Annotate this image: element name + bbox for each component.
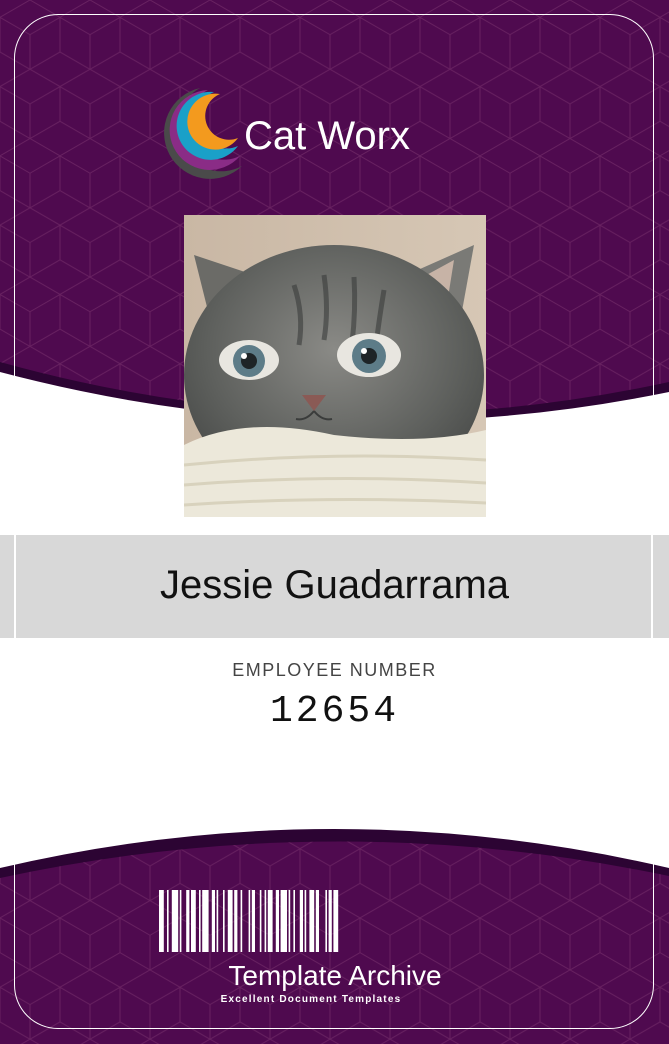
- employee-name: Jessie Guadarrama: [159, 563, 510, 607]
- barcode-icon: [159, 890, 339, 952]
- employee-number: 12654: [269, 690, 400, 733]
- employee-number-label: EMPLOYEE NUMBER: [232, 660, 437, 680]
- brand-mark: Template Archive Excellent Document Temp…: [150, 960, 520, 1005]
- employee-photo: [184, 215, 486, 517]
- id-badge: Cat Worx Jessie Guadarrama EMPLOYEE NUMB…: [0, 0, 669, 1044]
- brand-tagline: Excellent Document Templates: [220, 994, 402, 1005]
- company-name: Cat Worx: [244, 114, 410, 158]
- brand-name: Template Archive: [228, 960, 442, 991]
- name-bar: Jessie Guadarrama: [0, 535, 669, 638]
- crescent-rings-icon: [164, 88, 242, 179]
- company-logo: Cat Worx: [148, 84, 448, 184]
- kitten-photo: [184, 215, 486, 517]
